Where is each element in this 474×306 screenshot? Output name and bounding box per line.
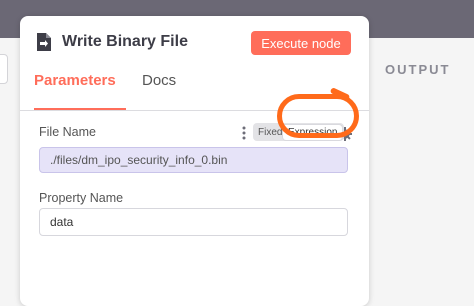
property-name-label: Property Name: [39, 191, 124, 205]
node-parameters-panel: Write Binary File Execute node Parameter…: [20, 16, 369, 306]
tab-bar: Parameters Docs: [20, 70, 369, 141]
mode-expression-option[interactable]: Expression: [283, 124, 343, 140]
mode-fixed-option[interactable]: Fixed: [253, 127, 283, 138]
fixed-expression-toggle: Fixed Expression: [253, 123, 345, 141]
execute-node-button[interactable]: Execute node: [251, 31, 351, 55]
file-name-label: File Name: [39, 125, 96, 139]
left-panel-edge[interactable]: [0, 54, 8, 84]
file-name-expression-input[interactable]: ./files/dm_ipo_security_info_0.bin: [39, 147, 348, 173]
panel-header: Write Binary File Execute node: [20, 16, 369, 70]
more-options-icon[interactable]: [241, 126, 247, 140]
property-name-input[interactable]: [39, 208, 348, 236]
tab-parameters[interactable]: Parameters: [34, 70, 126, 110]
node-title: Write Binary File: [62, 33, 188, 50]
parameters-body: File Name Fixed Expression ./files/dm_ip…: [20, 111, 369, 306]
tab-docs[interactable]: Docs: [142, 70, 176, 108]
write-file-icon: [36, 33, 52, 51]
output-label: OUTPUT: [385, 62, 451, 77]
